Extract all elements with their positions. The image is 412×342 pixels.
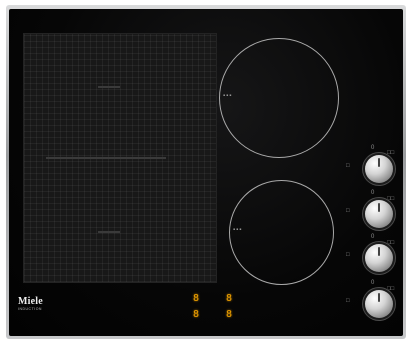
knob-4-mark-left: □ <box>346 298 350 304</box>
knob-1-mark-left: □ <box>346 163 350 169</box>
knob-1-mark-top: 0 <box>371 145 375 151</box>
display-bottom-left: 8 <box>193 309 200 320</box>
knob-1[interactable] <box>365 155 393 183</box>
knob-3-mark-top: 0 <box>371 234 375 240</box>
knob-4-mark-right: □□ <box>387 286 395 292</box>
flex-zone-divider <box>46 157 166 159</box>
knob-2[interactable] <box>365 200 393 228</box>
knob-2-mark-right: □□ <box>387 196 395 202</box>
knob-2-mark-left: □ <box>346 208 350 214</box>
rear-zone-indicator-icon: ▪▪▪ <box>223 93 233 99</box>
knob-3[interactable] <box>365 244 393 272</box>
brand-name: Miele <box>18 296 43 307</box>
knob-3-mark-left: □ <box>346 252 350 258</box>
front-right-zone[interactable] <box>229 180 334 285</box>
display-top-right: 8 <box>226 293 233 304</box>
flex-inductor-zone[interactable] <box>23 33 217 283</box>
ceramic-glass-surface: ▪▪▪ ▪▪▪ 0 □□ □ 0 □□ □ 0 □□ □ 0 □□ □ 8 8 … <box>9 9 403 336</box>
knob-4-mark-top: 0 <box>371 280 375 286</box>
rear-right-zone[interactable] <box>219 38 339 158</box>
knob-1-mark-right: □□ <box>387 150 395 156</box>
knob-3-mark-right: □□ <box>387 240 395 246</box>
brand-line: INDUCTION <box>18 307 42 311</box>
flex-zone-marker-bottom <box>98 231 120 233</box>
flex-zone-marker-top <box>98 86 120 88</box>
display-bottom-right: 8 <box>226 309 233 320</box>
front-zone-indicator-icon: ▪▪▪ <box>233 227 243 233</box>
knob-4[interactable] <box>365 290 393 318</box>
knob-2-mark-top: 0 <box>371 190 375 196</box>
display-top-left: 8 <box>193 293 200 304</box>
brand-logo: Miele INDUCTION <box>18 296 43 312</box>
